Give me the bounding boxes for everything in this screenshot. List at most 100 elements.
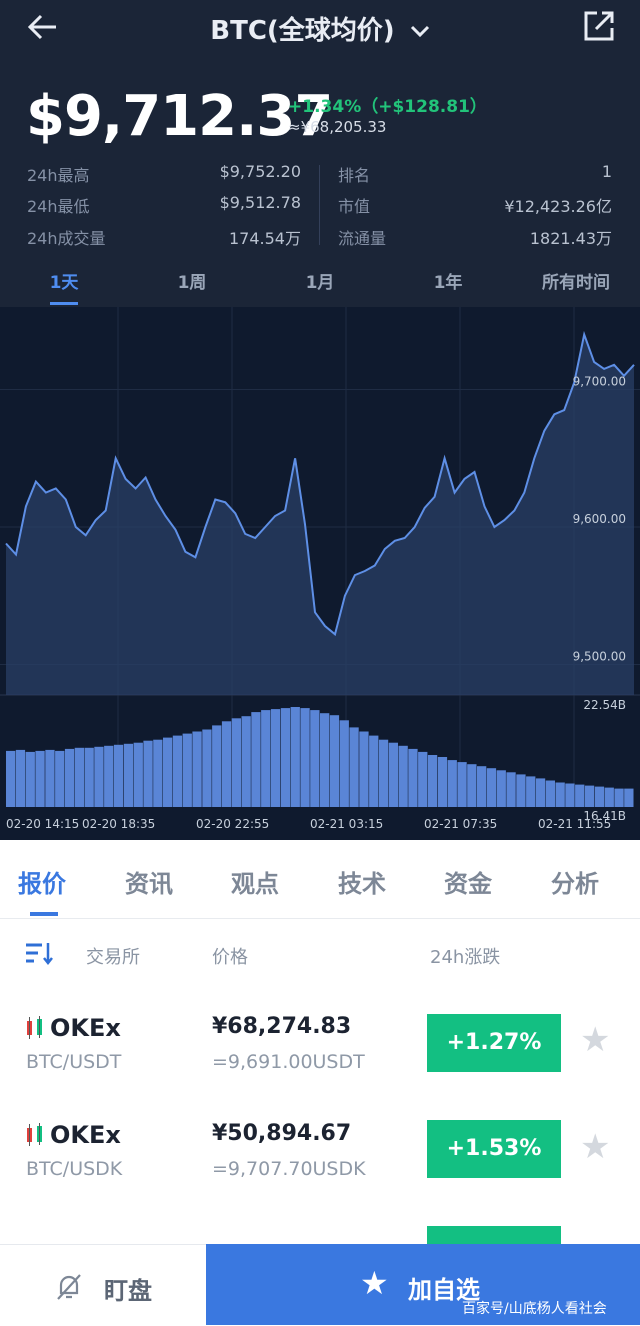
x-tick-label: 02-20 22:55 — [196, 817, 269, 831]
volume-bar — [163, 737, 173, 807]
sort-icon — [26, 943, 53, 966]
star-icon[interactable]: ★ — [580, 1127, 610, 1167]
volume-bar — [418, 751, 428, 807]
range-tab-1m[interactable]: 1月 — [290, 268, 350, 293]
volume-bar — [172, 735, 183, 807]
volume-bar — [408, 748, 418, 807]
volume-bar — [486, 768, 497, 807]
volume-bar — [604, 787, 614, 807]
x-tick-label: 02-21 07:35 — [424, 817, 497, 831]
col-exchange[interactable]: 交易所 — [86, 943, 140, 969]
watermark: 百家号/山底杨人看社会 — [462, 1301, 607, 1317]
stat-rank-value: 1 — [601, 162, 612, 181]
info-tab-quote[interactable]: 报价 — [18, 864, 66, 899]
price-cny: ≈¥68,205.33 — [288, 118, 387, 136]
x-tick-label: 02-21 11:55 — [538, 817, 611, 831]
volume-bar — [584, 785, 595, 807]
volume-bar — [624, 788, 634, 807]
volume-bar — [320, 713, 330, 807]
change-badge: +1.53% — [427, 1120, 561, 1178]
info-tab-analysis[interactable]: 分析 — [551, 864, 599, 899]
external-link-icon — [584, 11, 614, 41]
volume-bar — [614, 788, 624, 807]
stat-mcap-value: ¥12,423.26亿 — [504, 197, 612, 216]
stat-volume-label: 24h成交量 — [27, 229, 106, 248]
chart-area[interactable]: 9,700.00 9,600.00 9,500.00 22.54B 16.41B 02-2… — [0, 307, 640, 840]
stat-supply-label: 流通量 — [338, 229, 387, 248]
volume-bar — [6, 750, 16, 807]
volume-bar — [378, 739, 389, 807]
volume-bar — [133, 742, 143, 807]
row-price: ¥68,274.83 — [212, 1014, 352, 1039]
volume-bar — [270, 709, 281, 807]
star-icon[interactable]: ★ — [580, 1020, 610, 1060]
volume-bar — [231, 718, 241, 807]
volume-bar — [55, 750, 65, 807]
volume-bar — [290, 707, 300, 807]
chevron-down-icon — [410, 25, 429, 38]
volume-bar — [555, 782, 565, 807]
y-tick-label: 9,500.00 — [573, 650, 626, 664]
range-tab-1y[interactable]: 1年 — [418, 268, 478, 293]
table-row[interactable]: OKEx BTC/USDK ¥50,894.67 =9,707.70USDK +… — [0, 1107, 640, 1207]
volume-bar — [339, 720, 349, 807]
volume-bar — [261, 710, 271, 807]
stat-rank-label: 排名 — [338, 166, 371, 185]
exchange-name: OKEx — [50, 1121, 121, 1149]
stat-low-value: $9,512.78 — [219, 193, 301, 212]
tabs-divider — [0, 918, 640, 919]
change-badge: +1.27% — [427, 1014, 561, 1072]
sort-button[interactable] — [24, 941, 54, 971]
candlestick-icon — [27, 1016, 42, 1039]
volume-bar — [15, 749, 26, 807]
volume-bar — [477, 766, 487, 807]
watch-label: 盯盘 — [104, 1277, 152, 1305]
trading-pair: BTC/USDT — [26, 1051, 122, 1073]
volume-bar — [182, 733, 192, 807]
volume-bar — [64, 748, 75, 807]
volume-bar — [212, 725, 222, 807]
volume-bar — [94, 746, 104, 807]
col-price[interactable]: 价格 — [212, 943, 248, 969]
volume-bar — [516, 774, 526, 807]
range-tab-all[interactable]: 所有时间 — [530, 268, 622, 293]
info-tab-views[interactable]: 观点 — [231, 864, 279, 899]
watch-button[interactable]: 盯盘 — [0, 1244, 206, 1326]
change-badge-partial — [427, 1226, 561, 1244]
row-usd-price: =9,691.00USDT — [212, 1051, 365, 1073]
volume-bar — [398, 745, 408, 807]
volume-bar — [457, 762, 467, 807]
price-change: +1.34%（+$128.81） — [288, 97, 487, 117]
volume-bar — [202, 729, 212, 807]
info-tab-fund[interactable]: 资金 — [444, 864, 492, 899]
volume-max-label: 22.54B — [583, 698, 626, 712]
volume-bar — [506, 772, 516, 807]
volume-bar — [84, 747, 94, 807]
volume-bar — [221, 721, 232, 807]
range-tab-1w[interactable]: 1周 — [162, 268, 222, 293]
x-tick-label: 02-20 18:35 — [82, 817, 155, 831]
row-price: ¥50,894.67 — [212, 1121, 352, 1146]
table-row[interactable]: OKEx BTC/USDT ¥68,274.83 =9,691.00USDT +… — [0, 1000, 640, 1100]
page-title[interactable]: BTC(全球均价) — [0, 10, 640, 47]
x-tick-label: 02-20 14:15 — [6, 817, 79, 831]
share-button[interactable] — [583, 10, 615, 42]
stats-divider — [319, 165, 320, 245]
stat-volume-value: 174.54万 — [229, 229, 301, 248]
range-tab-1d[interactable]: 1天 — [34, 268, 94, 293]
volume-bar — [496, 770, 506, 807]
volume-bar — [427, 755, 438, 807]
volume-bar — [359, 731, 369, 807]
volume-bar — [104, 745, 114, 807]
volume-bar — [565, 783, 575, 807]
volume-bar — [349, 727, 359, 807]
volume-bar — [123, 743, 134, 807]
info-tab-news[interactable]: 资讯 — [125, 864, 173, 899]
volume-bar — [251, 712, 261, 807]
stat-high-value: $9,752.20 — [219, 162, 301, 181]
volume-bar — [35, 750, 45, 807]
col-change[interactable]: 24h涨跌 — [430, 943, 500, 969]
info-tab-tech[interactable]: 技术 — [338, 864, 386, 899]
stat-supply-value: 1821.43万 — [529, 229, 612, 248]
stat-mcap-label: 市值 — [338, 197, 371, 216]
